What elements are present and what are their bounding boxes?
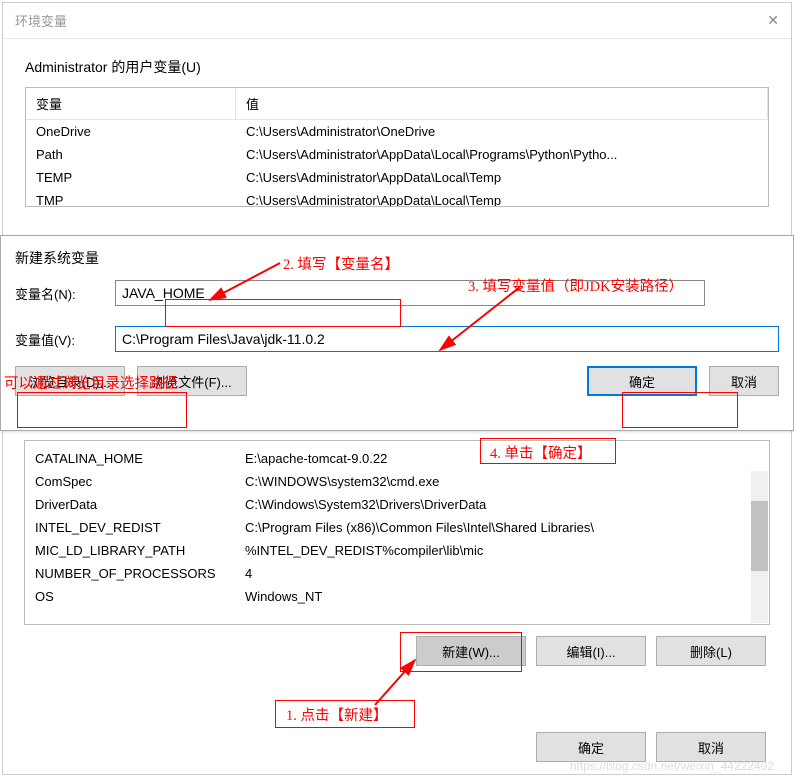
edit-button[interactable]: 编辑(I)...: [536, 636, 646, 666]
table-row[interactable]: PathC:\Users\Administrator\AppData\Local…: [26, 143, 768, 166]
cell-value: C:\Users\Administrator\AppData\Local\Tem…: [236, 170, 768, 185]
cell-name: ComSpec: [25, 474, 235, 489]
cell-value: C:\Users\Administrator\AppData\Local\Tem…: [236, 193, 768, 207]
cell-name: INTEL_DEV_REDIST: [25, 520, 235, 535]
cell-value: C:\WINDOWS\system32\cmd.exe: [235, 474, 769, 489]
watermark: https://blog.csdn.net/weixin_44222492: [570, 759, 774, 773]
table-row[interactable]: CATALINA_HOMEE:\apache-tomcat-9.0.22: [25, 447, 769, 470]
cell-value: E:\apache-tomcat-9.0.22: [235, 451, 769, 466]
dialog-cancel-button[interactable]: 取消: [709, 366, 779, 396]
var-name-input[interactable]: [115, 280, 705, 306]
cell-name: OS: [25, 589, 235, 604]
close-icon[interactable]: ✕: [767, 12, 779, 29]
table-row[interactable]: TMPC:\Users\Administrator\AppData\Local\…: [26, 189, 768, 207]
table-row[interactable]: ComSpecC:\WINDOWS\system32\cmd.exe: [25, 470, 769, 493]
titlebar: 环境变量 ✕: [3, 3, 791, 39]
cell-value: %INTEL_DEV_REDIST%compiler\lib\mic: [235, 543, 769, 558]
user-vars-table[interactable]: 变量 值 OneDriveC:\Users\Administrator\OneD…: [25, 87, 769, 207]
user-vars-label: Administrator 的用户变量(U): [25, 57, 769, 77]
browse-dir-button[interactable]: 浏览目录(D)...: [15, 366, 125, 396]
cell-value: Windows_NT: [235, 589, 769, 604]
col-value: 值: [236, 88, 768, 119]
var-name-label: 变量名(N):: [15, 284, 115, 303]
cell-name: DriverData: [25, 497, 235, 512]
dialog-ok-button[interactable]: 确定: [587, 366, 697, 396]
var-value-label: 变量值(V):: [15, 330, 115, 349]
system-vars-table[interactable]: CATALINA_HOMEE:\apache-tomcat-9.0.22ComS…: [24, 440, 770, 625]
table-row[interactable]: OSWindows_NT: [25, 585, 769, 608]
table-header: 变量 值: [26, 88, 768, 120]
delete-button[interactable]: 删除(L): [656, 636, 766, 666]
window-title: 环境变量: [15, 11, 67, 30]
new-button[interactable]: 新建(W)...: [416, 636, 526, 666]
table-row[interactable]: MIC_LD_LIBRARY_PATH%INTEL_DEV_REDIST%com…: [25, 539, 769, 562]
table-row[interactable]: OneDriveC:\Users\Administrator\OneDrive: [26, 120, 768, 143]
cell-name: OneDrive: [26, 124, 236, 139]
cell-value: C:\Program Files (x86)\Common Files\Inte…: [235, 520, 769, 535]
cell-name: MIC_LD_LIBRARY_PATH: [25, 543, 235, 558]
table-row[interactable]: TEMPC:\Users\Administrator\AppData\Local…: [26, 166, 768, 189]
cell-value: C:\Windows\System32\Drivers\DriverData: [235, 497, 769, 512]
main-cancel-button[interactable]: 取消: [656, 732, 766, 762]
cell-value: 4: [235, 566, 769, 581]
cell-name: TEMP: [26, 170, 236, 185]
dialog-title: 新建系统变量: [1, 236, 793, 274]
scrollbar[interactable]: [751, 471, 768, 623]
new-system-variable-dialog: 新建系统变量 变量名(N): 变量值(V): 浏览目录(D)... 浏览文件(F…: [0, 235, 794, 431]
table-row[interactable]: NUMBER_OF_PROCESSORS4: [25, 562, 769, 585]
cell-name: TMP: [26, 193, 236, 207]
cell-value: C:\Users\Administrator\OneDrive: [236, 124, 768, 139]
cell-name: CATALINA_HOME: [25, 451, 235, 466]
table-row[interactable]: INTEL_DEV_REDISTC:\Program Files (x86)\C…: [25, 516, 769, 539]
cell-name: Path: [26, 147, 236, 162]
browse-file-button[interactable]: 浏览文件(F)...: [137, 366, 247, 396]
table-row[interactable]: DriverDataC:\Windows\System32\Drivers\Dr…: [25, 493, 769, 516]
cell-value: C:\Users\Administrator\AppData\Local\Pro…: [236, 147, 768, 162]
col-variable: 变量: [26, 88, 236, 119]
cell-name: NUMBER_OF_PROCESSORS: [25, 566, 235, 581]
main-ok-button[interactable]: 确定: [536, 732, 646, 762]
var-value-input[interactable]: [115, 326, 779, 352]
